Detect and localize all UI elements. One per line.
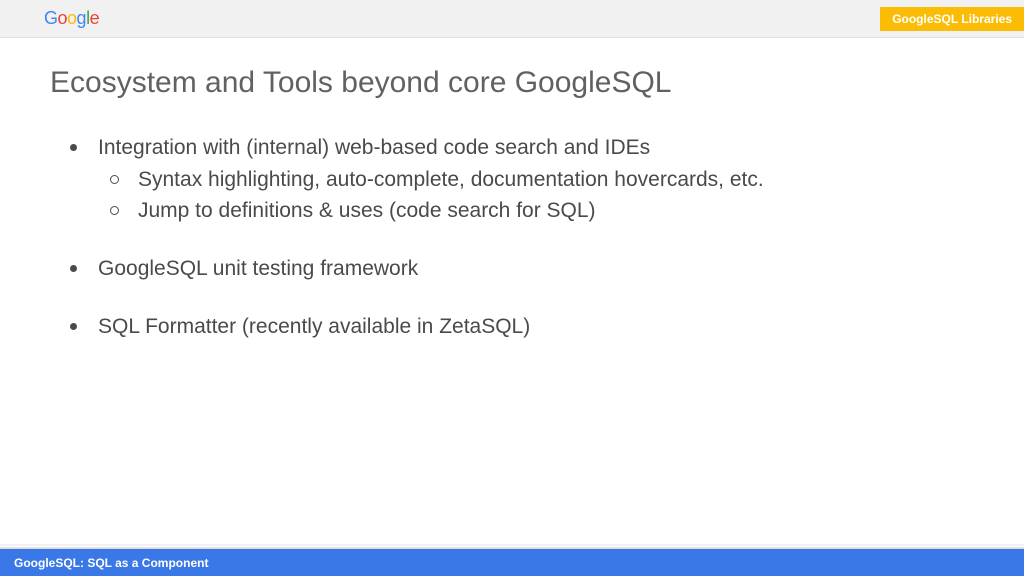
bullet-text: Syntax highlighting, auto-complete, docu… [138, 168, 764, 191]
slide-title: Ecosystem and Tools beyond core GoogleSQ… [50, 66, 974, 100]
bullet-text: SQL Formatter (recently available in Zet… [98, 315, 530, 338]
bullet-text: Jump to definitions & uses (code search … [138, 199, 596, 222]
list-item: GoogleSQL unit testing framework [50, 255, 974, 283]
slide-content: Ecosystem and Tools beyond core GoogleSQ… [0, 38, 1024, 548]
list-item: Integration with (internal) web-based co… [50, 134, 974, 225]
list-item: SQL Formatter (recently available in Zet… [50, 313, 974, 341]
bullet-list: Integration with (internal) web-based co… [50, 134, 974, 342]
footer-text: GoogleSQL: SQL as a Component [14, 556, 208, 570]
list-item: Jump to definitions & uses (code search … [98, 197, 974, 225]
bullet-text: GoogleSQL unit testing framework [98, 257, 418, 280]
divider [0, 544, 1024, 546]
google-logo: Google [44, 8, 99, 29]
slide: Google GoogleSQL Libraries Ecosystem and… [0, 0, 1024, 576]
footer-bar: GoogleSQL: SQL as a Component [0, 548, 1024, 576]
sub-list: Syntax highlighting, auto-complete, docu… [98, 166, 974, 225]
header-badge: GoogleSQL Libraries [880, 7, 1024, 31]
topbar: Google GoogleSQL Libraries [0, 0, 1024, 38]
bullet-text: Integration with (internal) web-based co… [98, 136, 650, 159]
divider [0, 547, 1024, 548]
list-item: Syntax highlighting, auto-complete, docu… [98, 166, 974, 194]
